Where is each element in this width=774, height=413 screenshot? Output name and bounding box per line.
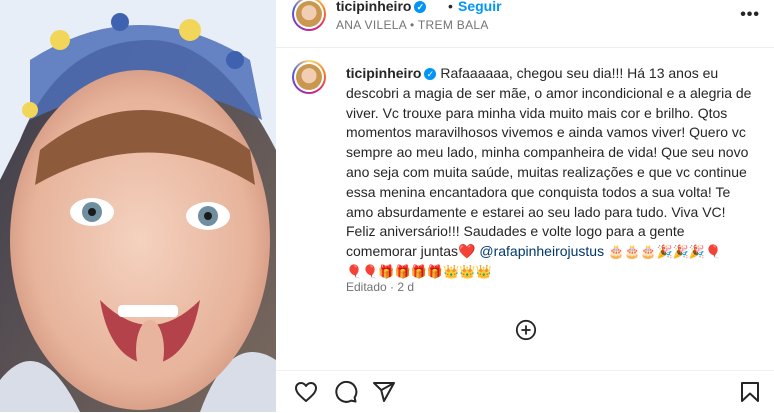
music-label[interactable]: ANA VILELA • TREM BALA [336,18,489,32]
bookmark-icon[interactable] [738,380,762,404]
post-photo[interactable] [0,0,276,412]
edited-timestamp: Editado · 2 d [346,280,415,294]
caption: ticipinheiro ✓ Rafaaaaaa, chegou seu dia!… [346,64,756,282]
emoji-line-1: 🎂🎂🎂🎉🎉🎉🎈 [608,244,722,260]
child-photo-image [0,0,276,412]
more-horizontal-icon[interactable]: ••• [740,6,760,24]
heart-icon[interactable] [294,380,318,404]
emoji-line-2: 🎈🎈🎁🎁🎁🎁👑👑👑 [346,263,492,279]
post-header: ticipinheiro ✓ • Seguir ANA VILELA • TREM… [276,0,774,48]
action-bar [276,370,774,413]
verified-icon: ✓ [414,1,427,13]
verified-icon: ✓ [424,68,437,80]
caption-avatar[interactable] [292,60,326,94]
plus-circle-icon[interactable] [515,319,537,341]
header-separator: • [448,0,453,14]
share-icon[interactable] [372,380,396,404]
avatar[interactable] [292,0,326,31]
post-detail-panel: ticipinheiro ✓ • Seguir ANA VILELA • TREM… [276,0,774,412]
follow-button[interactable]: Seguir [458,0,502,14]
caption-text: Rafaaaaaa, chegou seu dia!!! Há 13 anos … [346,65,752,260]
heart-emoji: ❤️ [458,243,476,260]
comment-icon[interactable] [334,380,358,404]
caption-username[interactable]: ticipinheiro [346,65,421,81]
header-username[interactable]: ticipinheiro ✓ [336,0,427,14]
mention-link[interactable]: @rafapinheirojustus [479,243,604,259]
